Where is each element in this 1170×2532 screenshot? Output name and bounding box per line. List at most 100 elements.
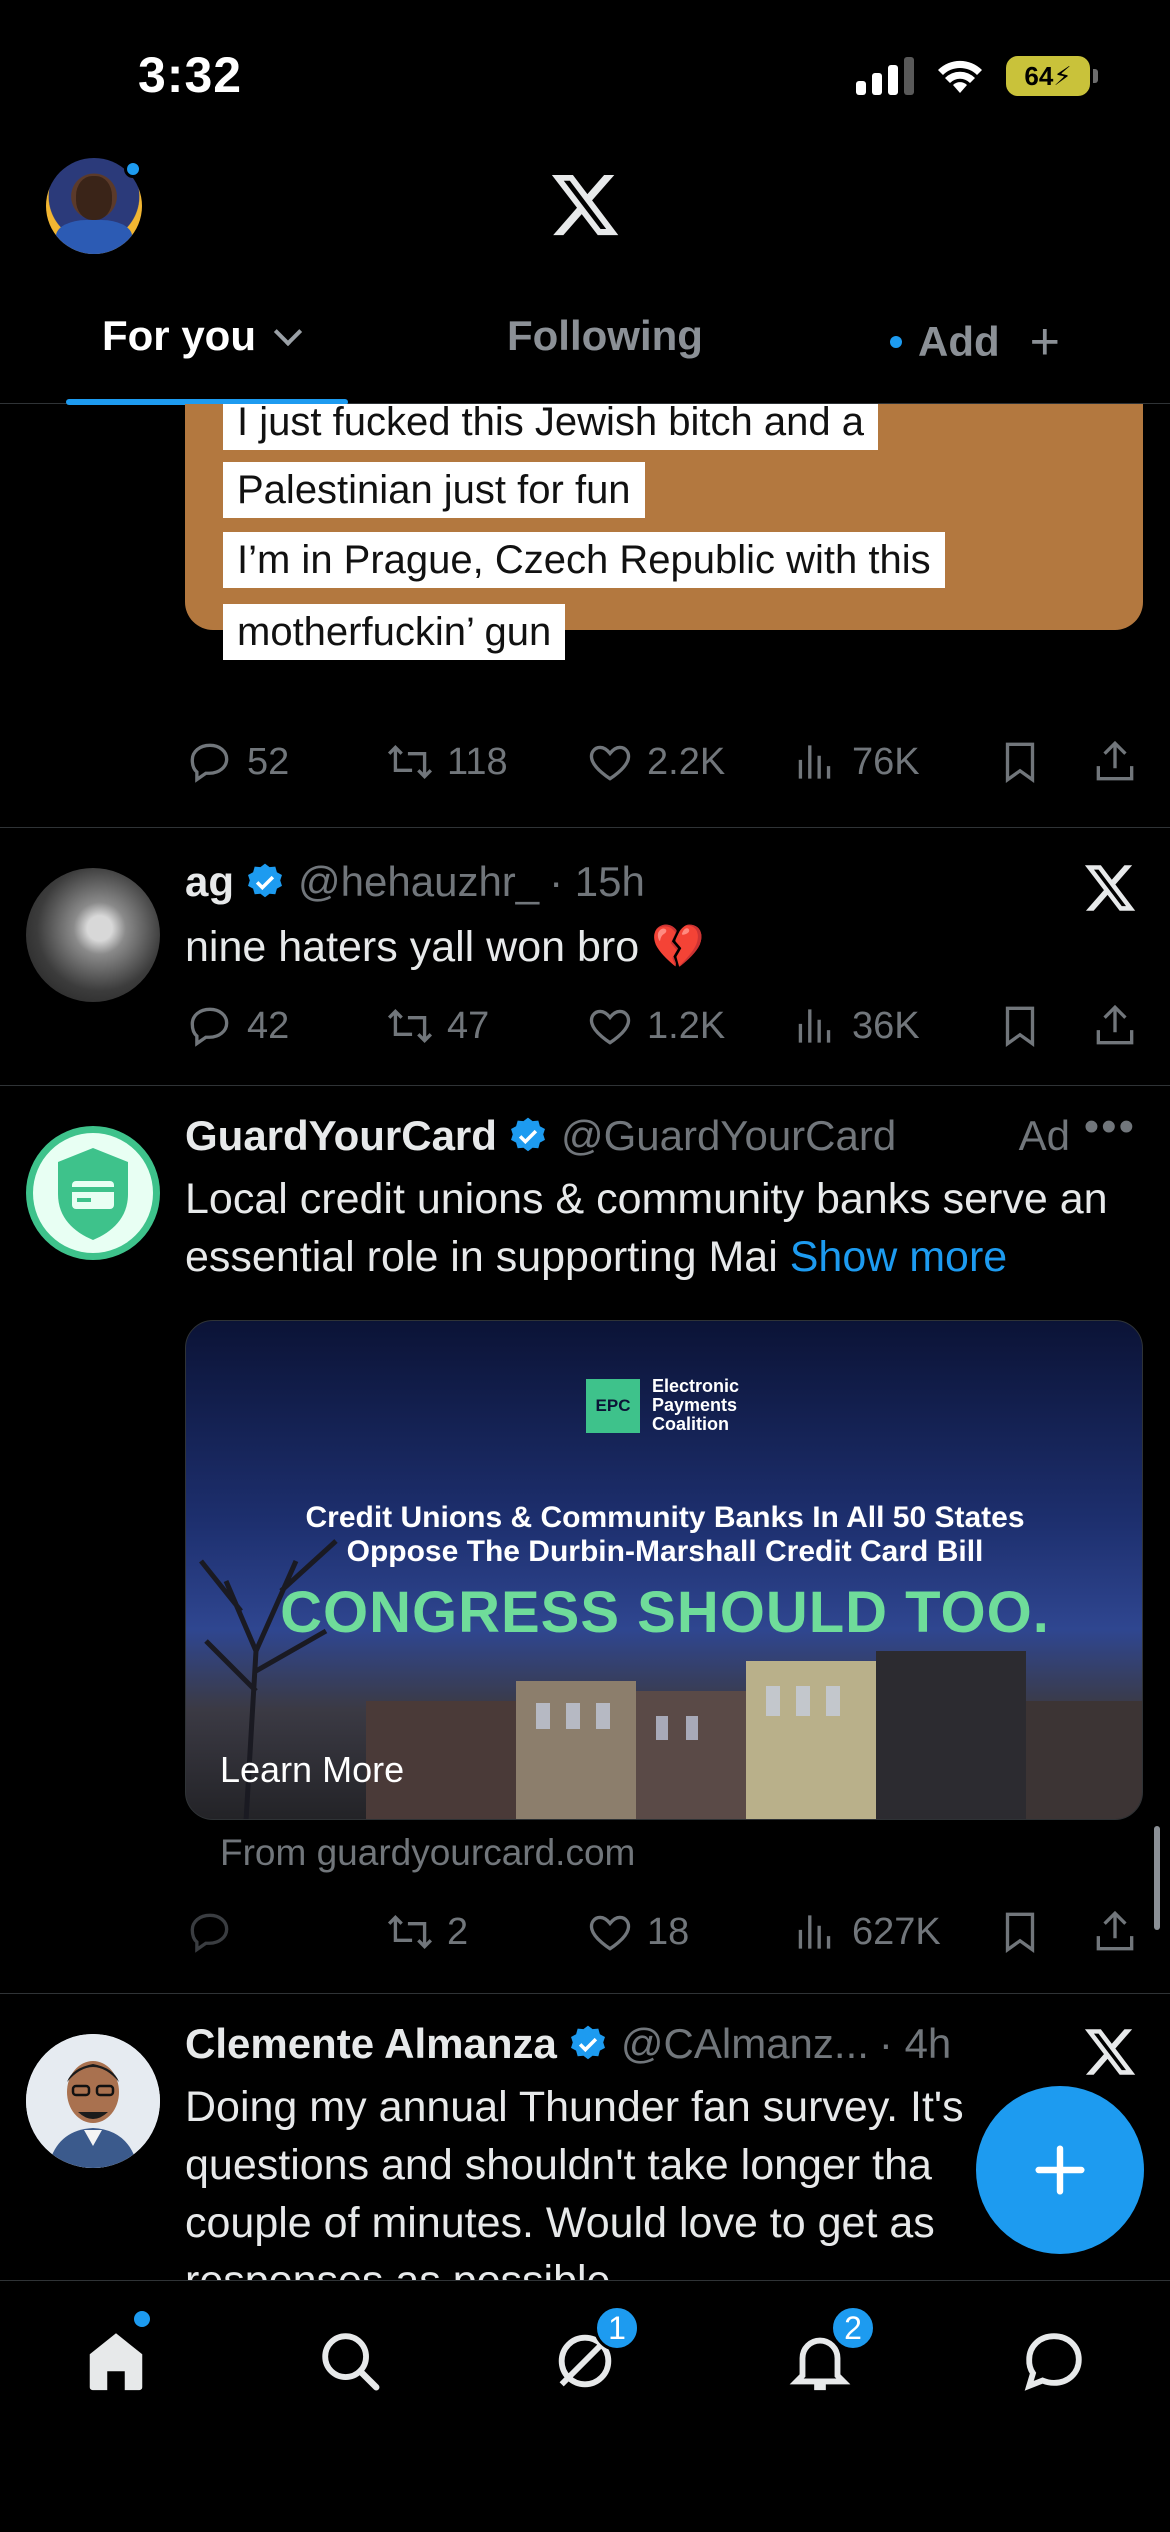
battery-level: 64 [1024, 60, 1054, 91]
tab-following[interactable]: Following [507, 312, 703, 360]
repost-button[interactable]: 47 [385, 1001, 489, 1051]
reply-button[interactable]: 42 [185, 1001, 289, 1051]
user-handle[interactable]: @CAlmanz... [621, 2020, 869, 2068]
advertiser-avatar[interactable] [26, 1126, 160, 1260]
like-button[interactable]: 2.2K [585, 737, 725, 787]
bottom-navigation: 1 2 [0, 2280, 1170, 2532]
timeline-tabs: For you Following Add + [0, 290, 1170, 405]
promoted-tweet[interactable]: GuardYourCard @GuardYourCard Ad ••• Loca… [0, 1086, 1170, 1994]
verified-badge-icon [510, 1117, 545, 1152]
like-button[interactable]: 1.2K [585, 1001, 725, 1051]
repost-count: 2 [447, 1910, 469, 1953]
repost-count: 118 [447, 740, 508, 783]
reply-count: 42 [247, 1004, 290, 1047]
analytics-icon [798, 745, 831, 779]
epc-name-line: Coalition [652, 1414, 729, 1434]
more-options-icon[interactable]: ••• [1084, 1102, 1136, 1152]
plus-icon: + [1029, 313, 1061, 371]
share-icon [1096, 1004, 1134, 1045]
views-button[interactable]: 36K [790, 1001, 920, 1051]
ad-headline-line: Oppose The Durbin-Marshall Credit Card B… [346, 1535, 984, 1568]
ad-source-link[interactable]: From guardyourcard.com [220, 1832, 635, 1874]
tweet-header: GuardYourCard @GuardYourCard [185, 1112, 896, 1160]
home-icon [89, 2333, 143, 2391]
heart-icon [589, 1915, 631, 1951]
ad-big-text: CONGRESS SHOULD TOO. [280, 1580, 1050, 1645]
repost-icon [387, 1915, 433, 1949]
bookmark-button[interactable] [995, 1001, 1045, 1051]
tweet-text-line: couple of minutes. Would love to get as [185, 2199, 935, 2247]
tweet-text-line: questions and shouldn't take longer tha [185, 2141, 932, 2189]
learn-more-button[interactable]: Learn More [220, 1749, 404, 1791]
tweet-timestamp[interactable]: · 15h [549, 858, 645, 906]
share-button[interactable] [1090, 737, 1140, 787]
cellular-signal-icon [856, 57, 914, 95]
repost-button[interactable]: 2 [385, 1907, 468, 1957]
tweet-timestamp[interactable]: · 4h [879, 2020, 951, 2068]
tweet-text-line: responses as possible [185, 2252, 1105, 2280]
tweet-media-image[interactable]: I just fucked this Jewish bitch and a Pa… [185, 404, 1143, 660]
tweet-text-line: Doing my annual Thunder fan survey. It's [185, 2083, 964, 2131]
tweet[interactable]: ag @hehauzhr_ · 15h nine haters yall won… [0, 828, 1170, 1086]
verified-badge-icon [570, 2025, 605, 2060]
chat-bubble-icon [1024, 2333, 1082, 2391]
user-handle[interactable]: @GuardYourCard [561, 1112, 896, 1160]
new-indicator-dot [890, 336, 902, 348]
nav-search[interactable] [310, 2321, 390, 2401]
timeline-feed[interactable]: I just fucked this Jewish bitch and a Pa… [0, 404, 1170, 2280]
repost-icon [387, 1009, 433, 1043]
tab-add-label: Add [918, 318, 1000, 365]
display-name[interactable]: Clemente Almanza [185, 2020, 557, 2068]
chevron-down-icon [273, 317, 303, 347]
show-more-link[interactable]: Show more [790, 1233, 1007, 1281]
battery-icon: 64 ⚡ [1006, 56, 1098, 96]
user-avatar[interactable] [26, 2034, 160, 2168]
views-button[interactable]: 76K [790, 737, 920, 787]
x-logo-icon[interactable] [1082, 860, 1138, 916]
notifications-badge: 2 [830, 2305, 876, 2351]
tweet-actions: 2 18 627K [185, 1902, 1135, 1962]
display-name[interactable]: GuardYourCard [185, 1112, 497, 1160]
reply-button[interactable]: 52 [185, 737, 289, 787]
user-handle[interactable]: @hehauzhr_ [298, 858, 539, 906]
nav-home[interactable] [76, 2321, 156, 2401]
tab-for-you[interactable]: For you [102, 312, 303, 360]
reply-icon [190, 1007, 229, 1047]
reply-icon [190, 743, 229, 783]
tab-add[interactable]: Add + [890, 312, 1060, 372]
tab-for-you-label: For you [102, 312, 256, 359]
compose-post-button[interactable] [976, 2086, 1144, 2254]
reply-count: 52 [247, 740, 290, 783]
tweet-text: nine haters yall won bro 💔 [185, 923, 705, 971]
tweet[interactable]: I just fucked this Jewish bitch and a Pa… [0, 404, 1170, 828]
plus-icon [1035, 2145, 1085, 2195]
like-count: 1.2K [647, 1004, 726, 1047]
nav-messages[interactable] [1014, 2321, 1094, 2401]
analytics-icon [798, 1915, 831, 1949]
bookmark-button[interactable] [995, 1907, 1045, 1957]
repost-button[interactable]: 118 [385, 737, 508, 787]
user-avatar[interactable] [26, 868, 160, 1002]
display-name[interactable]: ag [185, 858, 234, 906]
views-button[interactable]: 627K [790, 1907, 941, 1957]
bookmark-icon [1005, 1912, 1035, 1953]
heart-icon [589, 1009, 631, 1045]
ad-label: Ad [1018, 1112, 1070, 1159]
tweet-header: Clemente Almanza @CAlmanz... · 4h [185, 2020, 951, 2068]
scroll-indicator[interactable] [1154, 1826, 1160, 1930]
tweet-header: ag @hehauzhr_ · 15h [185, 858, 645, 906]
meme-caption: I’m in Prague, Czech Republic with this [223, 532, 945, 588]
share-button[interactable] [1090, 1907, 1140, 1957]
share-button[interactable] [1090, 1001, 1140, 1051]
like-count: 2.2K [647, 740, 726, 783]
like-button[interactable]: 18 [585, 1907, 689, 1957]
ad-card[interactable]: EPC Electronic Payments Coalition Credit… [185, 1320, 1143, 1820]
x-logo-icon[interactable] [1082, 2024, 1138, 2080]
shield-card-icon [33, 1133, 153, 1253]
ad-headline-line: Credit Unions & Community Banks In All 5… [305, 1501, 1025, 1534]
status-icons: 64 ⚡ [856, 56, 1098, 96]
person-photo [26, 2034, 160, 2168]
reply-button[interactable] [185, 1907, 247, 1957]
view-count: 76K [852, 740, 920, 783]
bookmark-button[interactable] [995, 737, 1045, 787]
